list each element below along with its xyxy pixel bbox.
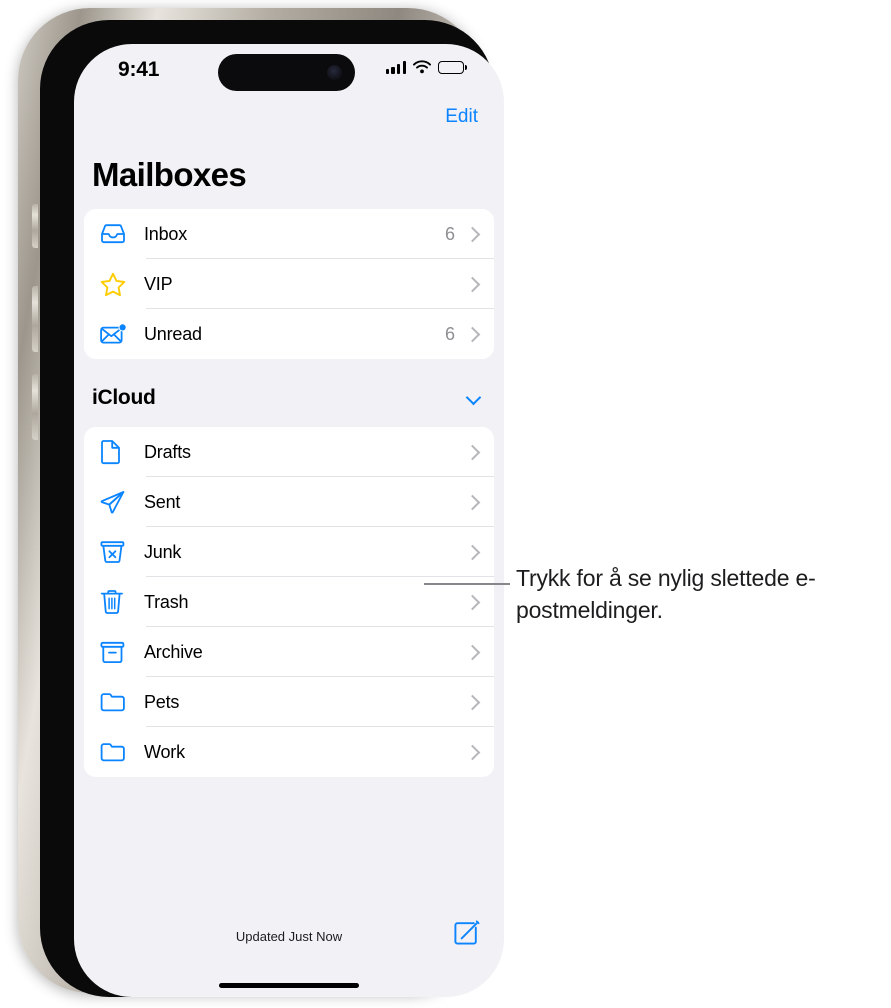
cellular-signal-icon [385,60,406,74]
mailbox-row-drafts[interactable]: Drafts [84,427,494,477]
mailbox-label: Junk [144,541,182,562]
update-status-text: Updated Just Now [235,929,343,944]
chevron-right-icon [464,226,481,242]
status-bar-time: 9:41 [118,58,160,81]
iphone-device-frame: 9:41 Edit Mailboxes Inbox 6 VIP Unread 6… [18,8,504,997]
home-indicator [219,982,359,988]
mailbox-row-archive[interactable]: Archive [84,627,494,677]
paper-plane-icon [100,490,134,515]
chevron-right-icon [464,694,481,710]
page-title: Mailboxes [92,156,247,193]
mailbox-label: Archive [144,641,203,662]
junk-bin-icon [100,540,134,564]
mailbox-label: Sent [144,491,181,512]
icloud-section-label: iCloud [92,386,156,409]
chevron-right-icon [464,644,481,660]
edit-button[interactable]: Edit [445,106,478,128]
mailbox-label: Trash [144,591,189,612]
folder-icon [100,741,134,763]
mailbox-label: Work [144,741,185,762]
mailbox-row-sent[interactable]: Sent [84,477,494,527]
mailbox-row-unread[interactable]: Unread 6 [84,309,494,359]
phone-bezel: 9:41 Edit Mailboxes Inbox 6 VIP Unread 6… [40,20,504,997]
unread-envelope-icon [100,322,134,346]
chevron-right-icon [464,744,481,760]
star-icon [100,272,134,297]
icloud-section-header: iCloud [84,386,494,410]
mailbox-row-work[interactable]: Work [84,727,494,777]
compose-icon[interactable] [452,919,482,949]
mailbox-label: Inbox [144,223,188,244]
archive-box-icon [100,641,134,664]
favorites-mailbox-group: Inbox 6 VIP Unread 6 [84,209,494,359]
front-camera-icon [327,65,342,80]
callout-leader-line [424,583,510,585]
mailbox-label: Pets [144,691,180,712]
status-bar: 9:41 [74,44,504,98]
phone-screen: 9:41 Edit Mailboxes Inbox 6 VIP Unread 6… [74,44,504,997]
mailbox-row-junk[interactable]: Junk [84,527,494,577]
status-bar-icons [385,60,467,74]
dynamic-island [218,54,355,91]
icloud-mailbox-group: Drafts Sent Junk Trash Archive Pets Work [84,427,494,777]
chevron-right-icon [464,276,481,292]
chevron-right-icon [464,494,481,510]
folder-icon [100,691,134,713]
document-icon [100,439,134,465]
action-button[interactable] [32,204,38,248]
chevron-right-icon [464,326,481,342]
chevron-right-icon [464,544,481,560]
mailbox-row-pets[interactable]: Pets [84,677,494,727]
inbox-tray-icon [100,223,134,245]
mailbox-label: Unread [144,323,202,344]
volume-down-button[interactable] [32,374,38,440]
battery-icon [438,60,467,74]
volume-up-button[interactable] [32,286,38,352]
callout-text: Trykk for å se nylig slettede e-postmeld… [516,565,816,623]
chevron-down-icon[interactable] [466,390,482,406]
wifi-icon [413,60,431,74]
mailbox-row-vip[interactable]: VIP [84,259,494,309]
mailbox-row-inbox[interactable]: Inbox 6 [84,209,494,259]
mailbox-label: Drafts [144,441,191,462]
trash-icon [100,589,134,615]
chevron-right-icon [464,444,481,460]
mailbox-label: VIP [144,273,173,294]
chevron-right-icon [464,594,481,610]
